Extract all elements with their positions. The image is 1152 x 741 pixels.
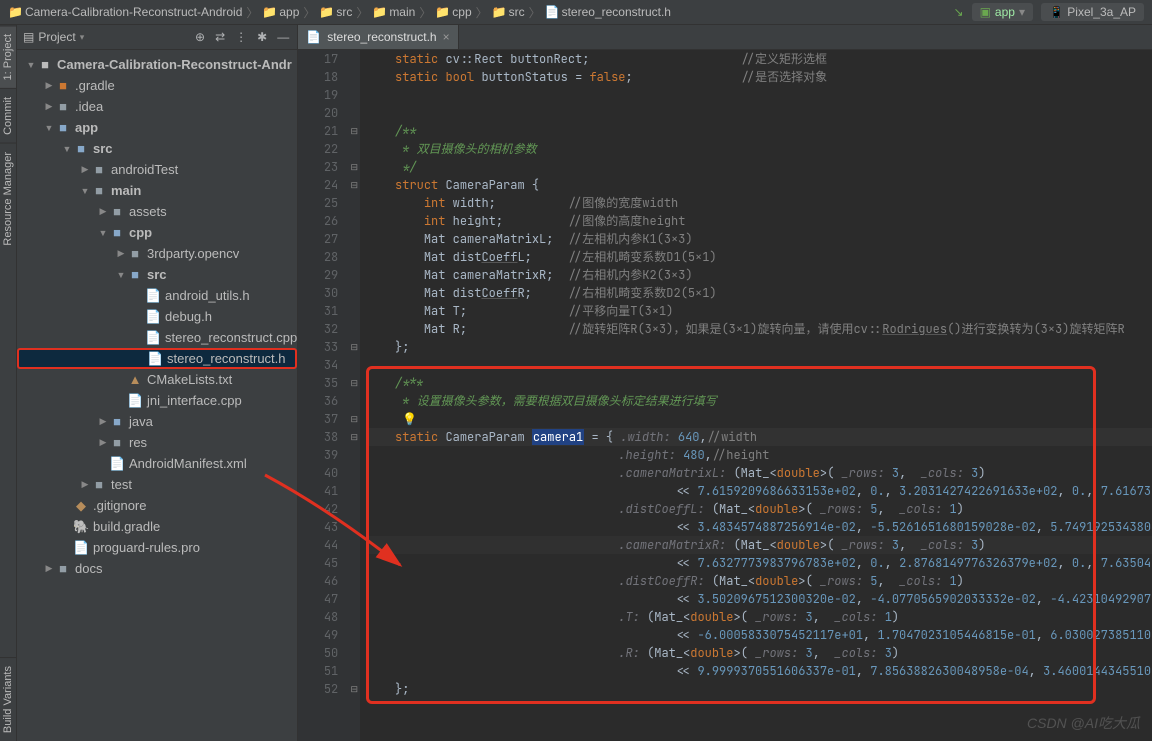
tree-node[interactable]: 📄proguard-rules.pro [17, 537, 297, 558]
crumb[interactable]: 📁app [262, 5, 299, 19]
txt-icon: 📄 [73, 540, 89, 556]
cmake-icon: ▲ [127, 372, 143, 387]
gradle-icon: 🐘 [73, 519, 89, 535]
folder-icon: ■ [55, 99, 71, 114]
folder-icon: ■ [127, 246, 143, 261]
folder-icon: ■ [37, 57, 53, 72]
code-area[interactable]: 1718192021222324252627282930313233343536… [298, 50, 1152, 741]
device-selector[interactable]: 📱 Pixel_3a_AP [1041, 3, 1144, 21]
collapse-icon[interactable]: ⋮ [233, 30, 249, 44]
cpp-icon: 📄 [145, 330, 161, 346]
tree-node[interactable]: ▶■androidTest [17, 159, 297, 180]
close-icon[interactable]: × [443, 30, 450, 44]
tree-node[interactable]: ▼■src [17, 264, 297, 285]
tree-node[interactable]: ▶■3rdparty.opencv [17, 243, 297, 264]
folder-icon: ■ [109, 435, 125, 450]
tree-node[interactable]: 📄jni_interface.cpp [17, 390, 297, 411]
git-icon: ◆ [73, 498, 89, 514]
line-numbers: 1718192021222324252627282930313233343536… [298, 50, 348, 741]
folder-icon: ■ [91, 477, 107, 492]
editor: 📄 stereo_reconstruct.h × 171819202122232… [298, 25, 1152, 741]
tree-node[interactable]: ▼■main [17, 180, 297, 201]
folder-icon: ■ [109, 225, 125, 240]
tree-node[interactable]: ▼■cpp [17, 222, 297, 243]
h-icon: 📄 [147, 351, 163, 367]
gutter-commit[interactable]: Commit [0, 88, 16, 143]
tree-node[interactable]: ▶■.gradle [17, 75, 297, 96]
panel-title[interactable]: ▤ Project ▾ [23, 30, 187, 44]
tree-node[interactable]: ▶■test [17, 474, 297, 495]
gutter-project[interactable]: 1: Project [0, 25, 16, 88]
crumb[interactable]: 📁src [492, 5, 525, 19]
crumb[interactable]: 📁main [372, 5, 415, 19]
tree-node[interactable]: ▼■src [17, 138, 297, 159]
folder-icon: ■ [73, 141, 89, 156]
breadcrumb: 📁Camera-Calibration-Reconstruct-Android … [0, 0, 1152, 25]
tree-node[interactable]: ▼■app [17, 117, 297, 138]
folder-icon: ■ [55, 120, 71, 135]
gutter-resource-manager[interactable]: Resource Manager [0, 143, 16, 254]
code-lines[interactable]: static cv::Rect buttonRect; //定义矩形选框 sta… [360, 50, 1152, 741]
tree-node[interactable]: 📄stereo_reconstruct.h [17, 348, 297, 369]
tree-node[interactable]: ▶■java [17, 411, 297, 432]
tree-node[interactable]: 📄debug.h [17, 306, 297, 327]
tree-node[interactable]: ▶■res [17, 432, 297, 453]
h-icon: 📄 [145, 288, 161, 304]
tree-node[interactable]: ▲CMakeLists.txt [17, 369, 297, 390]
crumb[interactable]: 📁Camera-Calibration-Reconstruct-Android [8, 5, 242, 19]
tree-node[interactable]: ▼■Camera-Calibration-Reconstruct-Andr [17, 54, 297, 75]
folder-icon: ■ [109, 414, 125, 429]
expand-icon[interactable]: ⇄ [213, 30, 227, 44]
h-icon: 📄 [145, 309, 161, 325]
project-panel: ▤ Project ▾ ⊕ ⇄ ⋮ ✱ — ▼■Camera-Calibrati… [17, 25, 298, 741]
project-tree[interactable]: ▼■Camera-Calibration-Reconstruct-Andr▶■.… [17, 50, 297, 741]
tree-node[interactable]: ▶■docs [17, 558, 297, 579]
folder-icon: ■ [55, 78, 71, 93]
gutter-build-variants[interactable]: Build Variants [0, 657, 16, 741]
watermark: CSDN @AI吃大瓜 [1027, 713, 1140, 733]
locate-icon[interactable]: ⊕ [193, 30, 207, 44]
xml-icon: 📄 [109, 456, 125, 472]
folder-icon: ■ [127, 267, 143, 282]
tree-node[interactable]: 📄android_utils.h [17, 285, 297, 306]
hammer-icon[interactable]: ↘ [954, 5, 964, 19]
tab-label: stereo_reconstruct.h [327, 30, 436, 44]
hide-icon[interactable]: — [275, 30, 291, 44]
tree-node[interactable]: 📄AndroidManifest.xml [17, 453, 297, 474]
folder-icon: ■ [91, 183, 107, 198]
crumb[interactable]: 📁src [319, 5, 352, 19]
tree-node[interactable]: ◆.gitignore [17, 495, 297, 516]
tree-node[interactable]: ▶■assets [17, 201, 297, 222]
settings-icon[interactable]: ✱ [255, 30, 269, 44]
folder-icon: ■ [55, 561, 71, 576]
cpp-icon: 📄 [127, 393, 143, 409]
fold-gutter[interactable]: ⊟⊟⊟⊟⊟⊟⊟⊟ [348, 50, 360, 741]
editor-tabs: 📄 stereo_reconstruct.h × [298, 25, 1152, 50]
tree-node[interactable]: ▶■.idea [17, 96, 297, 117]
toolwindow-left-stripe: 1: Project Commit Resource Manager Build… [0, 25, 17, 741]
crumb[interactable]: 📄stereo_reconstruct.h [545, 5, 671, 19]
folder-icon: ■ [91, 162, 107, 177]
tab-stereo-reconstruct[interactable]: 📄 stereo_reconstruct.h × [298, 25, 458, 49]
tree-node[interactable]: 🐘build.gradle [17, 516, 297, 537]
folder-icon: ■ [109, 204, 125, 219]
crumb[interactable]: 📁cpp [435, 5, 471, 19]
tree-node[interactable]: 📄stereo_reconstruct.cpp [17, 327, 297, 348]
run-config-selector[interactable]: ▣app▾ [972, 3, 1033, 21]
